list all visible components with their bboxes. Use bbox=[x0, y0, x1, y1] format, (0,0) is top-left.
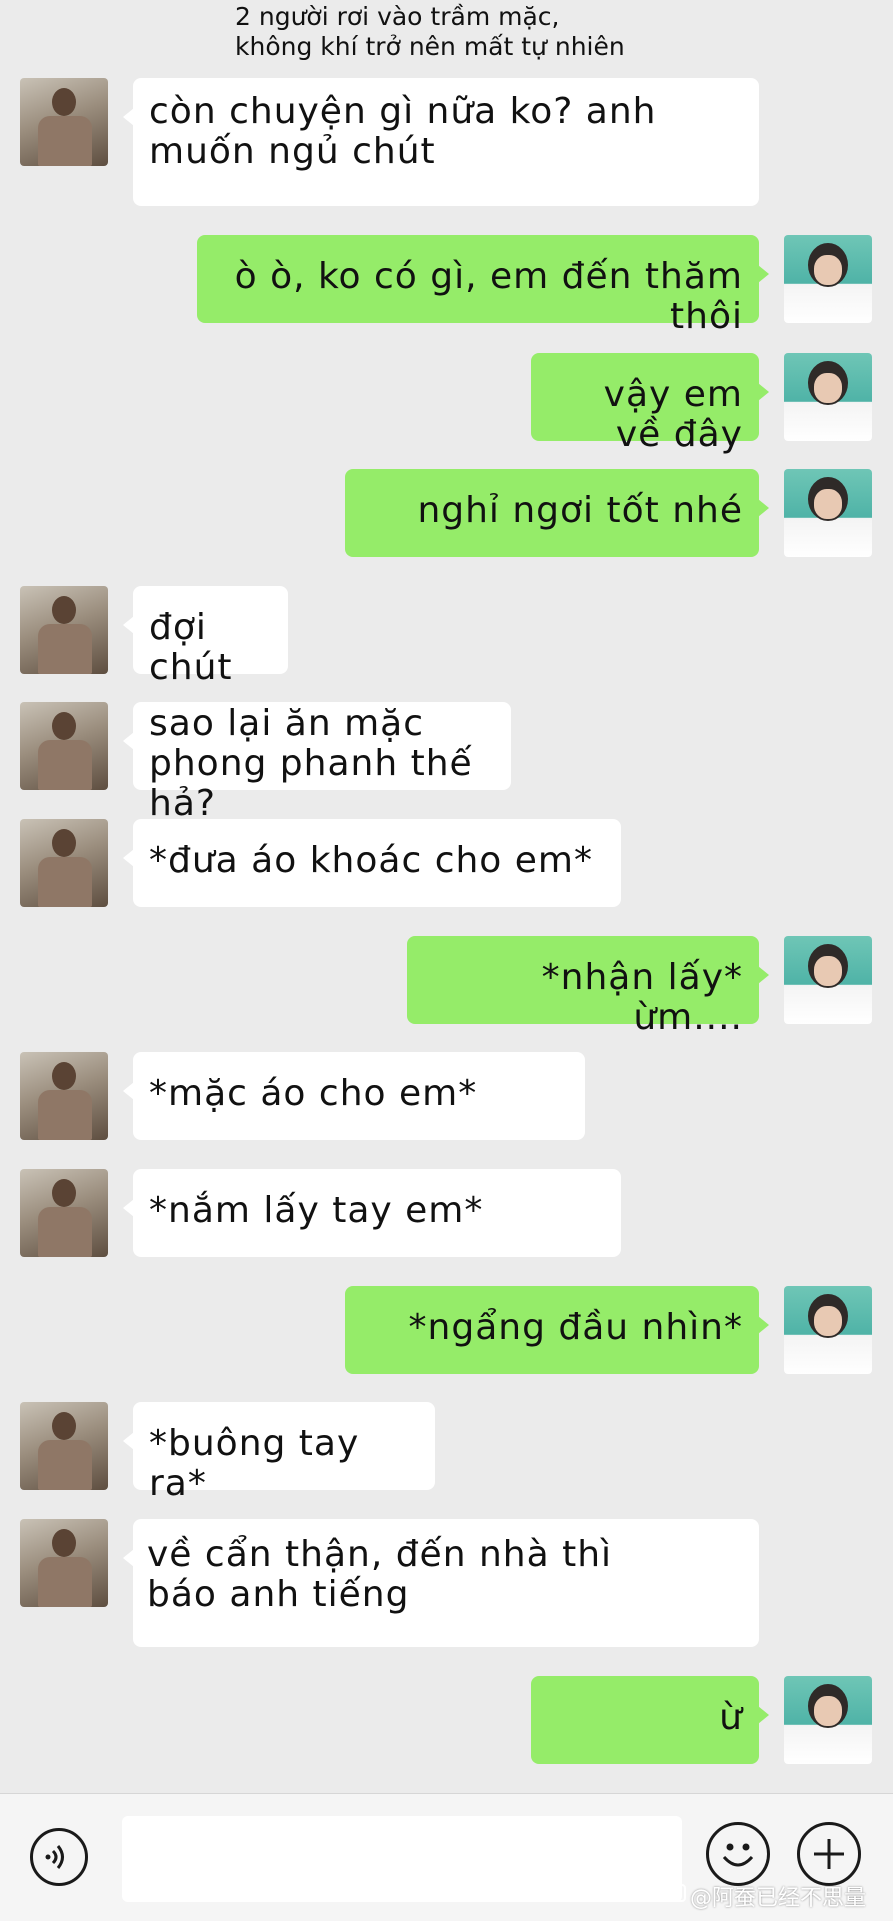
avatar-him[interactable] bbox=[20, 586, 108, 674]
message-text: về cẩn thận, đến nhà thì báo anh tiếng bbox=[147, 1534, 613, 1615]
narration-text: 2 người rơi vào trầm mặc, không khí trở … bbox=[235, 2, 755, 62]
narration-line-1: 2 người rơi vào trầm mặc, bbox=[235, 2, 560, 31]
avatar-him[interactable] bbox=[20, 1169, 108, 1257]
message-text: *đưa áo khoác cho em* bbox=[149, 840, 593, 881]
message-bubble-received[interactable]: *mặc áo cho em* bbox=[123, 1052, 585, 1140]
message-text: nghỉ ngơi tốt nhé bbox=[417, 490, 743, 531]
message-bubble-received[interactable]: *đưa áo khoác cho em* bbox=[123, 819, 621, 907]
avatar-her[interactable] bbox=[784, 235, 872, 323]
message-bubble-received[interactable]: về cẩn thận, đến nhà thì báo anh tiếng bbox=[123, 1519, 759, 1647]
message-text: còn chuyện gì nữa ko? anh muốn ngủ chút bbox=[149, 91, 657, 172]
watermark-credit: @阿蚕已经不思量 bbox=[690, 1886, 867, 1911]
avatar-him[interactable] bbox=[20, 702, 108, 790]
message-bubble-received[interactable]: *nắm lấy tay em* bbox=[123, 1169, 621, 1257]
message-bubble-sent[interactable]: *nhận lấy* ừm.... bbox=[407, 936, 769, 1038]
message-text: đợi chút bbox=[149, 607, 233, 688]
avatar-him[interactable] bbox=[20, 78, 108, 166]
camera-icon bbox=[664, 1884, 686, 1902]
message-text: *buông tay ra* bbox=[149, 1423, 360, 1504]
avatar-her[interactable] bbox=[784, 469, 872, 557]
voice-icon[interactable] bbox=[30, 1828, 88, 1886]
message-bubble-received[interactable]: còn chuyện gì nữa ko? anh muốn ngủ chút bbox=[123, 78, 759, 206]
message-text: *mặc áo cho em* bbox=[149, 1073, 478, 1114]
avatar-her[interactable] bbox=[784, 1676, 872, 1764]
message-text: *nắm lấy tay em* bbox=[149, 1190, 484, 1231]
message-input[interactable] bbox=[122, 1816, 682, 1902]
emoji-icon[interactable] bbox=[706, 1822, 770, 1886]
message-bubble-sent[interactable]: ừ bbox=[531, 1676, 769, 1764]
message-bubble-received[interactable]: *buông tay ra* bbox=[123, 1402, 435, 1504]
message-bubble-sent[interactable]: ò ò, ko có gì, em đến thăm thôi bbox=[197, 235, 769, 337]
message-text: ừ bbox=[719, 1697, 743, 1738]
plus-icon[interactable] bbox=[797, 1822, 861, 1886]
message-text: vậy em về đây bbox=[603, 374, 743, 455]
message-bubble-sent[interactable]: nghỉ ngơi tốt nhé bbox=[345, 469, 769, 557]
message-text: *ngẩng đầu nhìn* bbox=[408, 1307, 743, 1348]
avatar-her[interactable] bbox=[784, 353, 872, 441]
avatar-him[interactable] bbox=[20, 819, 108, 907]
message-bubble-received[interactable]: sao lại ăn mặc phong phanh thế hả? bbox=[123, 702, 511, 824]
avatar-him[interactable] bbox=[20, 1052, 108, 1140]
avatar-him[interactable] bbox=[20, 1519, 108, 1607]
avatar-him[interactable] bbox=[20, 1402, 108, 1490]
message-text: sao lại ăn mặc phong phanh thế hả? bbox=[149, 703, 473, 824]
narration-line-2: không khí trở nên mất tự nhiên bbox=[235, 32, 625, 61]
message-text: *nhận lấy* ừm.... bbox=[541, 957, 743, 1038]
avatar-her[interactable] bbox=[784, 1286, 872, 1374]
message-bubble-sent[interactable]: *ngẩng đầu nhìn* bbox=[345, 1286, 769, 1374]
message-bubble-sent[interactable]: vậy em về đây bbox=[531, 353, 769, 455]
message-bubble-received[interactable]: đợi chút bbox=[123, 586, 288, 688]
message-text: ò ò, ko có gì, em đến thăm thôi bbox=[234, 256, 743, 337]
avatar-her[interactable] bbox=[784, 936, 872, 1024]
